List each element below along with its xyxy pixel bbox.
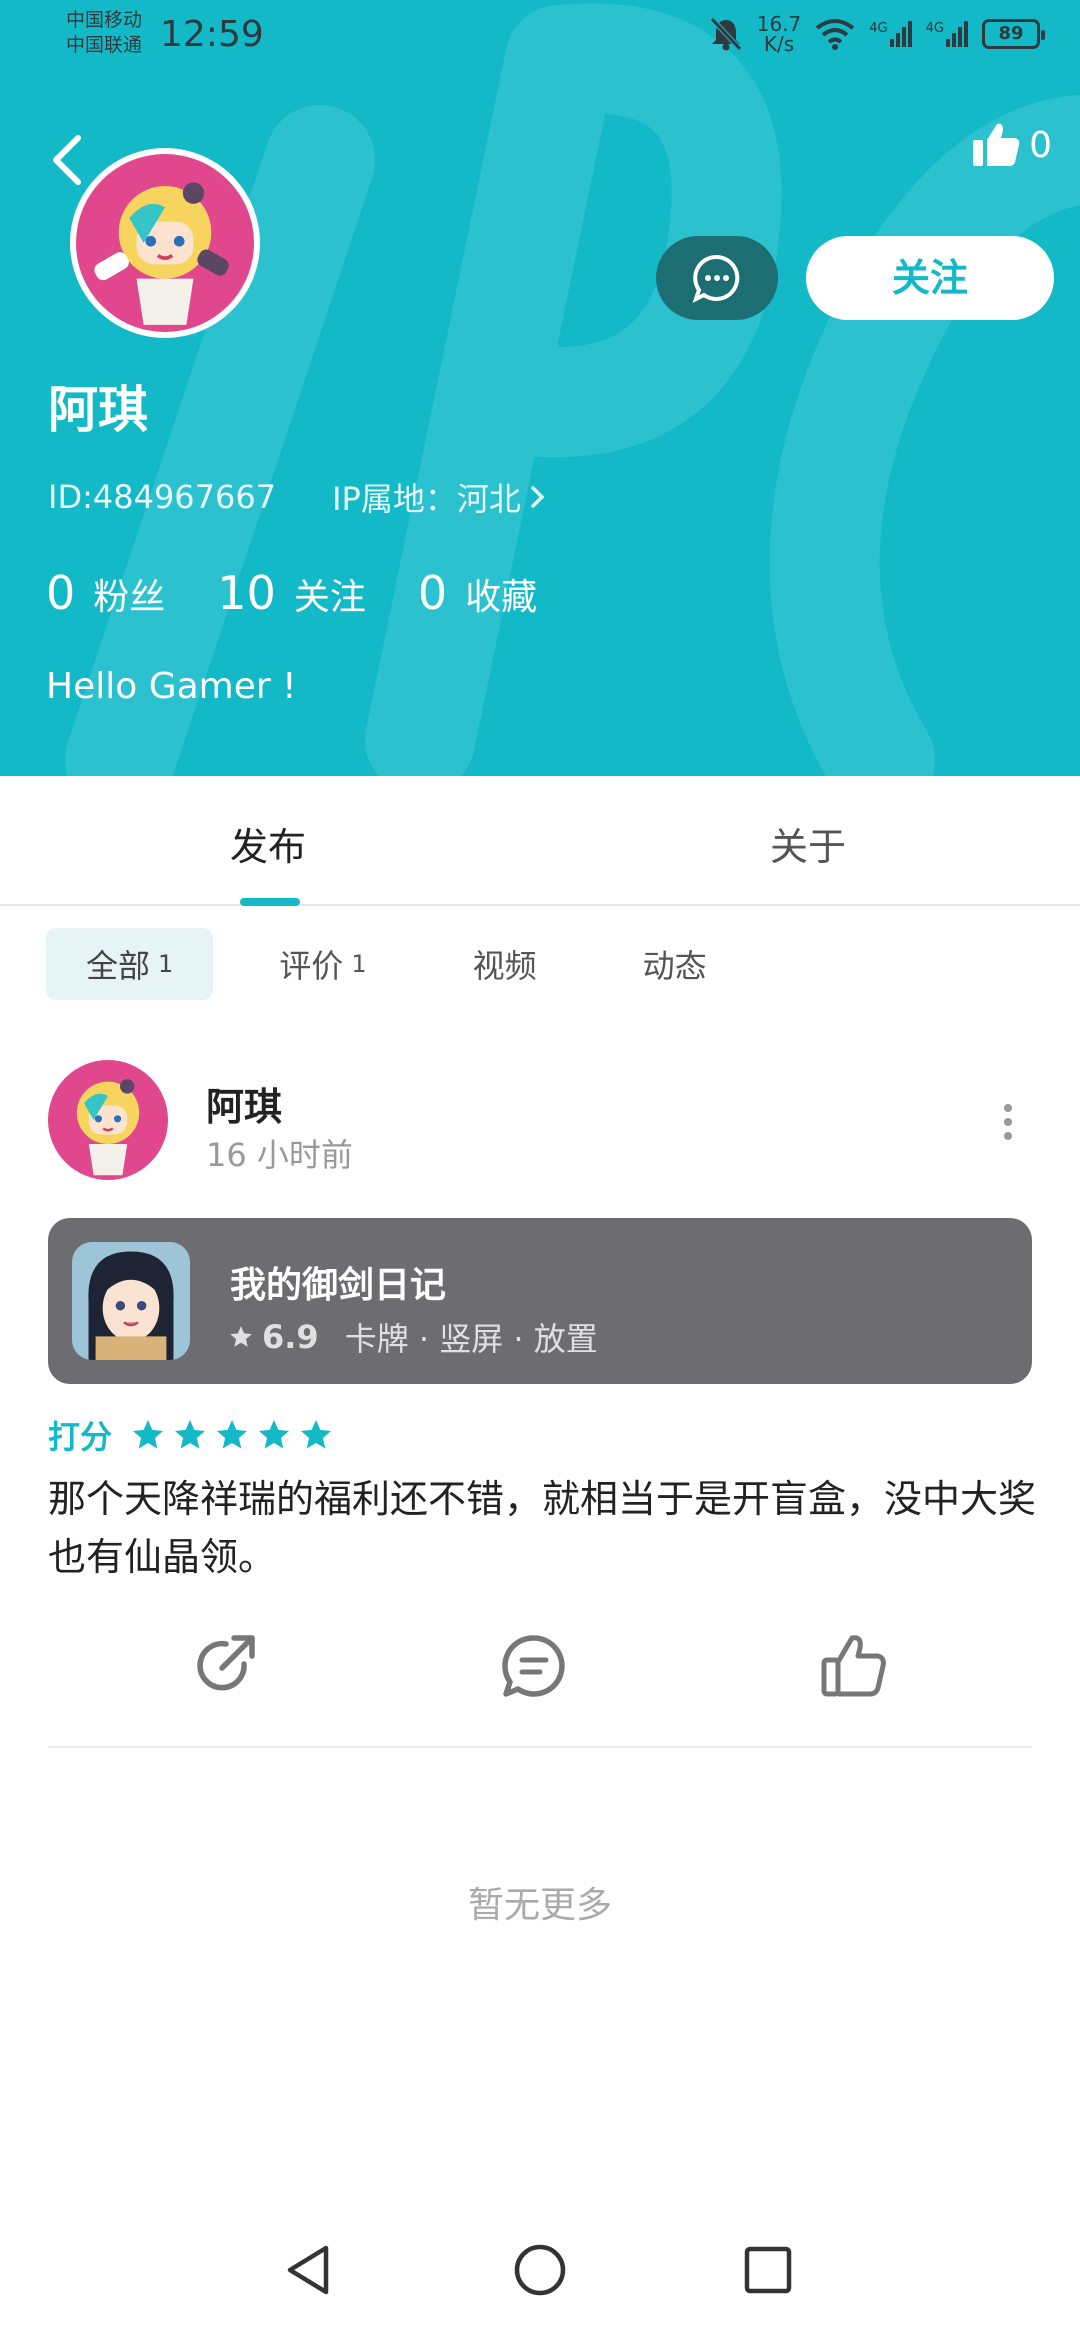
filter-chips: 全部 1 评价 1 视频 动态: [46, 928, 773, 1000]
stat-favorites-value: 0: [417, 566, 448, 620]
game-cover-image: [72, 1242, 190, 1360]
chip-all-label: 全部: [86, 947, 151, 985]
comment-icon[interactable]: [498, 1630, 570, 1702]
net-speed-unit: K/s: [763, 32, 795, 56]
profile-username: 阿琪: [48, 381, 148, 439]
share-icon[interactable]: [188, 1630, 260, 1702]
signal-1-label: 4G: [869, 21, 888, 36]
star-icon: [217, 1420, 248, 1449]
signal-1-icon: 4G: [869, 21, 912, 47]
game-meta: 6.9 卡牌 · 竖屏 · 放置: [228, 1314, 598, 1360]
profile-like[interactable]: 0: [971, 120, 1052, 170]
more-options-icon[interactable]: [996, 1100, 1020, 1144]
post-actions: [0, 1630, 1080, 1710]
game-tags: 卡牌 · 竖屏 · 放置: [344, 1320, 598, 1358]
brand-watermark: [65, 3, 1080, 776]
clock: 12:59: [160, 14, 264, 55]
avatar-image: [48, 1060, 168, 1180]
chip-moments[interactable]: 动态: [603, 928, 747, 1000]
net-speed-value: 16.7: [756, 12, 802, 36]
chat-bubble-icon: [692, 254, 740, 303]
user-id: ID:484967667: [48, 478, 277, 516]
chip-reviews-count: 1: [351, 950, 367, 978]
like-count: 0: [1029, 124, 1052, 166]
signal-2-label: 4G: [925, 21, 944, 36]
star-icon: [133, 1420, 164, 1449]
post-author-avatar[interactable]: [48, 1060, 168, 1180]
score-stars: [130, 1417, 334, 1453]
avatar-image: [76, 154, 254, 332]
chip-all[interactable]: 全部 1: [46, 928, 214, 1000]
game-title: 我的御剑日记: [230, 1265, 447, 1306]
profile-tabs: 发布 关于: [0, 776, 1080, 906]
chevron-right-icon: [531, 486, 545, 508]
score-row: 打分: [48, 1412, 334, 1458]
stat-following[interactable]: 10 关注: [217, 566, 366, 620]
game-card[interactable]: 我的御剑日记 6.9 卡牌 · 竖屏 · 放置: [48, 1218, 1032, 1384]
no-more-text: 暂无更多: [467, 1885, 612, 1926]
stat-followers-label: 粉丝: [93, 577, 166, 618]
thumbs-up-icon: [973, 123, 1020, 166]
carrier-2: 中国联通: [66, 34, 143, 56]
wifi-icon: [816, 19, 855, 50]
stat-favorites[interactable]: 0 收藏: [418, 566, 537, 620]
profile-bio: Hello Gamer !: [46, 666, 297, 707]
post-author-name[interactable]: 阿琪: [206, 1076, 282, 1131]
system-nav-bar: [0, 2220, 1080, 2340]
signal-2-icon: 4G: [926, 21, 968, 47]
ip-location-link[interactable]: IP属地：河北: [332, 474, 547, 520]
star-icon: [230, 1326, 252, 1347]
game-rating: 6.9: [262, 1318, 319, 1356]
star-icon: [259, 1420, 290, 1449]
status-bar: 中国移动 中国联通 12:59 16.7 K/s 4G 4G 89: [0, 0, 1080, 80]
chip-reviews[interactable]: 评价 1: [239, 928, 406, 1000]
stat-followers-value: 0: [46, 566, 76, 620]
stat-following-label: 关注: [293, 577, 366, 618]
chip-all-count: 1: [158, 950, 174, 978]
battery-icon: 89: [982, 19, 1045, 49]
profile-header: 中国移动 中国联通 12:59 16.7 K/s 4G 4G 89 0 关注 阿…: [0, 0, 1080, 776]
follow-button[interactable]: 关注: [806, 236, 1054, 320]
profile-avatar[interactable]: [70, 148, 260, 338]
star-icon: [175, 1420, 206, 1449]
chip-videos[interactable]: 视频: [433, 928, 577, 1000]
mute-bell-icon: [709, 17, 742, 51]
chat-button[interactable]: [656, 236, 778, 320]
profile-id-row: ID:484967667 IP属地：河北: [48, 474, 547, 520]
tab-publish[interactable]: 发布: [230, 816, 306, 871]
active-tab-indicator: [240, 898, 300, 906]
profile-stats: 0 粉丝 10 关注 0 收藏: [46, 566, 589, 620]
carrier-1: 中国移动: [66, 9, 143, 31]
thumbs-up-icon[interactable]: [818, 1630, 890, 1702]
net-speed: 16.7 K/s: [757, 14, 802, 54]
review-text: 那个天降祥瑞的福利还不错，就相当于是开盲盒，没中大奖也有仙晶领。: [48, 1477, 1037, 1579]
stat-favorites-label: 收藏: [465, 577, 538, 618]
carrier-info: 中国移动 中国联通: [66, 8, 142, 58]
status-icons: 16.7 K/s 4G 4G 89: [709, 14, 1045, 54]
tab-about[interactable]: 关于: [770, 816, 846, 871]
chip-moments-label: 动态: [642, 947, 707, 985]
star-icon: [301, 1420, 332, 1449]
score-label: 打分: [48, 1418, 113, 1456]
back-arrow-icon[interactable]: [44, 130, 90, 190]
post-divider: [48, 1746, 1032, 1748]
chip-reviews-label: 评价: [279, 947, 344, 985]
nav-back-icon[interactable]: [280, 2240, 340, 2300]
ip-location: IP属地：河北: [332, 480, 521, 518]
chip-videos-label: 视频: [472, 947, 537, 985]
stat-following-value: 10: [217, 566, 276, 620]
nav-recents-icon[interactable]: [738, 2240, 798, 2300]
nav-home-icon[interactable]: [510, 2240, 570, 2300]
stat-followers[interactable]: 0 粉丝: [46, 566, 165, 620]
post-timestamp: 16 小时前: [206, 1136, 353, 1174]
game-icon: [72, 1242, 190, 1360]
